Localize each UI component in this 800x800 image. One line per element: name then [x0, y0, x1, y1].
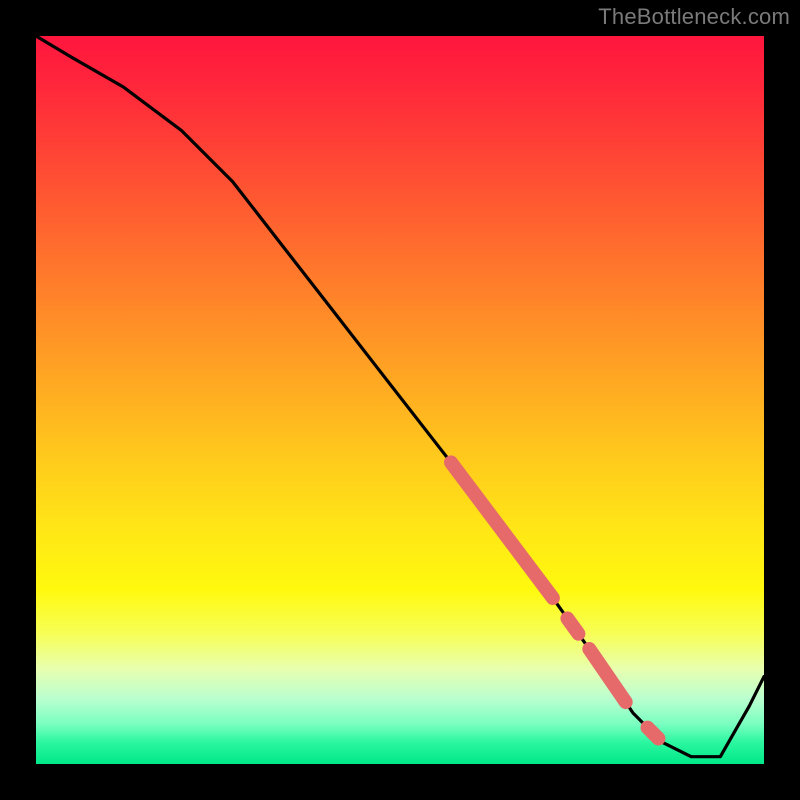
watermark-text: TheBottleneck.com: [598, 4, 790, 30]
chart-svg: [36, 36, 764, 764]
bottleneck-curve: [36, 36, 764, 757]
highlight-dot-mid: [567, 618, 578, 633]
plot-area: [36, 36, 764, 764]
highlight-dot-low: [648, 728, 659, 739]
highlight-segment-upper: [451, 462, 553, 598]
chart-frame: TheBottleneck.com: [0, 0, 800, 800]
highlight-segment-lower: [589, 649, 625, 702]
